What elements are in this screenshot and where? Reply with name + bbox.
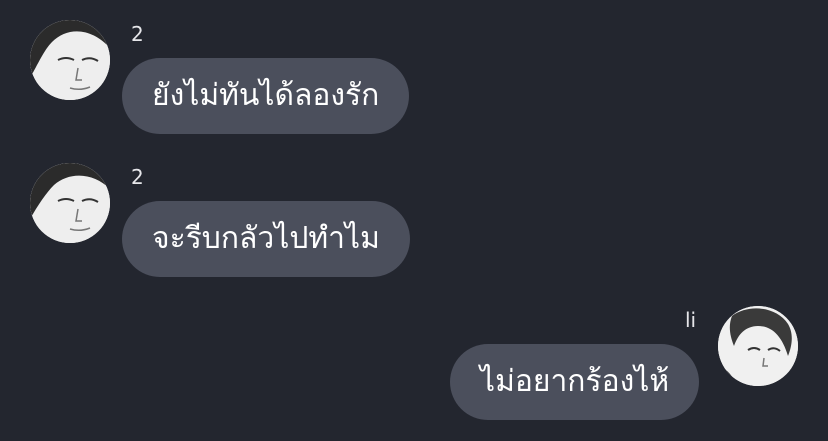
message-bubble[interactable]: ยังไม่ทันได้ลองรัก bbox=[122, 58, 410, 134]
sender-avatar-icon[interactable] bbox=[30, 20, 110, 100]
sender-avatar-icon[interactable] bbox=[30, 163, 110, 243]
message-bubble[interactable]: จะรีบกลัวไปทำไม bbox=[122, 201, 410, 277]
sender-name: 2 bbox=[131, 165, 144, 189]
sender-name: li bbox=[685, 308, 697, 332]
sender-name: 2 bbox=[131, 22, 144, 46]
sender-avatar-icon[interactable] bbox=[718, 306, 798, 386]
chat-thread: 2 ยังไม่ทันได้ลองรัก 2 จะรีบกลัวไปทำไม l… bbox=[0, 0, 828, 441]
message-bubble[interactable]: ไม่อยากร้องไห้ bbox=[450, 344, 700, 420]
